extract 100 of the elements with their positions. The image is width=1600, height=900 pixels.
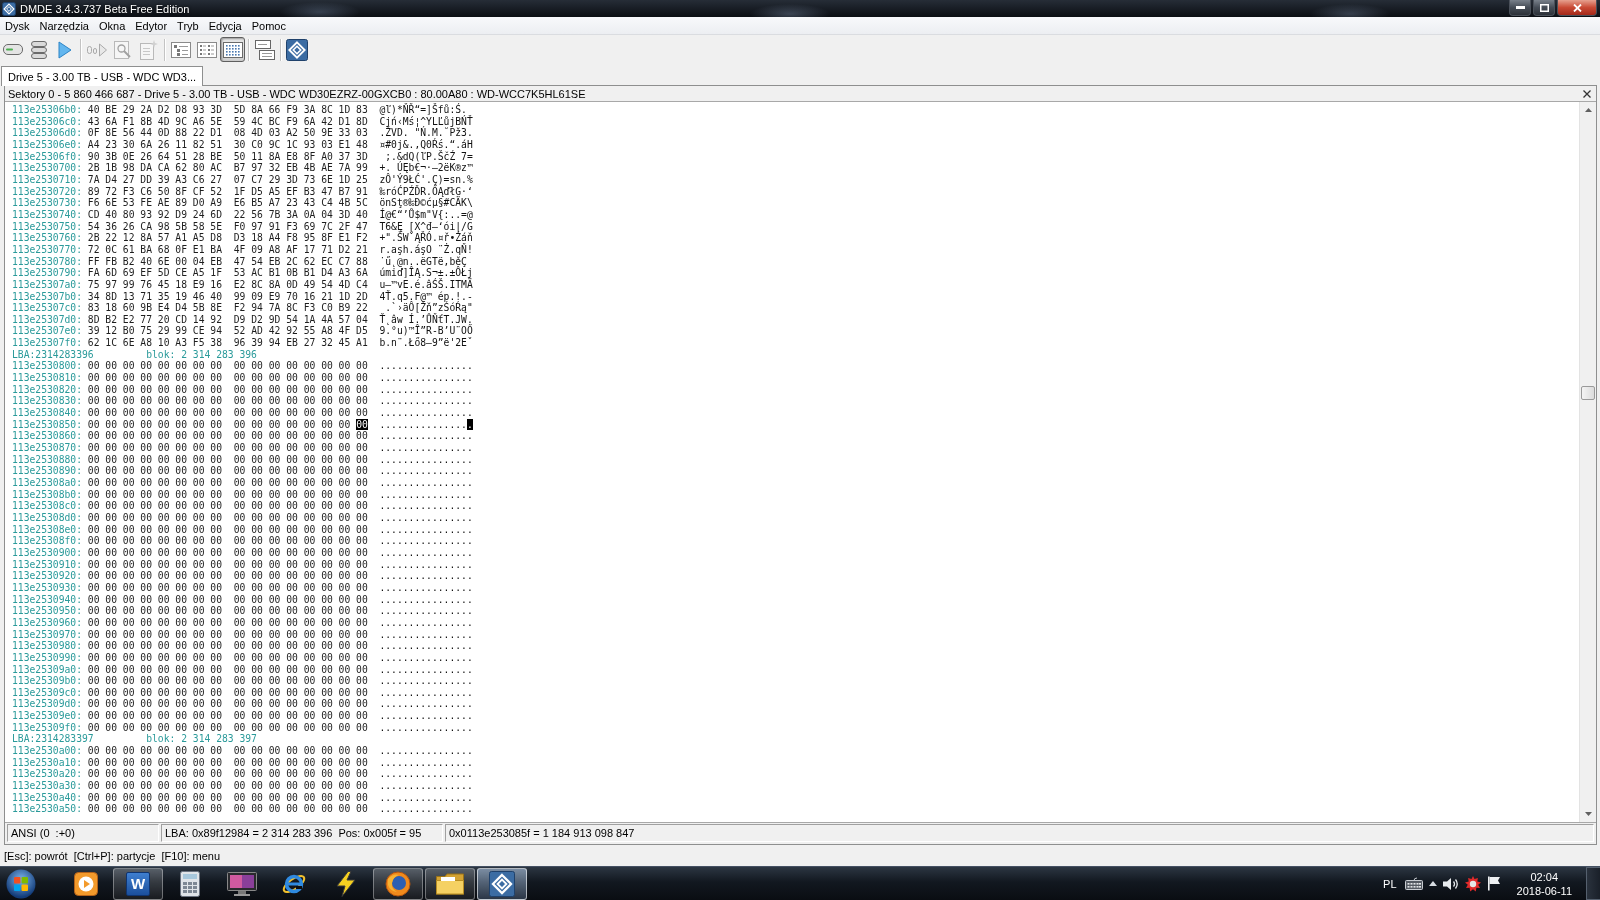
- gear-button[interactable]: [1464, 875, 1481, 892]
- play-icon: [57, 40, 72, 59]
- ascii-text: ................: [379, 791, 473, 804]
- maximize-icon: [1539, 3, 1549, 12]
- ascii-text: ................: [379, 780, 473, 792]
- hex-address: 113e2530a00:: [12, 745, 82, 757]
- ascii-text: ................: [379, 488, 473, 501]
- panel-title: Sektory 0 - 5 860 466 687 - Drive 5 - 3.00 TB - USB - WDC WD30EZRZ-00GXCB0 : 80.00A80 : WD-WCC7K5HL61SE: [8, 87, 586, 100]
- panel-close-button[interactable]: [1581, 87, 1593, 100]
- hex-bytes: 00 00 00 00 00 00 00 00: [233, 768, 368, 781]
- hex-bytes: 1F D5 A5 EF B3 47 B7 91: [233, 185, 368, 198]
- menu-item[interactable]: Narzędzia: [34, 17, 94, 34]
- hex-address: 113e2530950:: [12, 605, 82, 617]
- hex-address: 113e2530860:: [12, 430, 82, 443]
- block-label: blok: 2 314 283 396: [146, 348, 257, 361]
- hex-address: 113e2530980:: [12, 640, 82, 652]
- hex-address: 113e25307b0:: [12, 290, 82, 303]
- hex-bytes: 00 00 00 00 00 00 00 00: [87, 651, 222, 664]
- maximize-button[interactable]: [1533, 0, 1555, 16]
- ascii-text: @ľ)*ŇŘ“=]Šfů:Ś.: [379, 104, 467, 116]
- hex-bytes: 00 00 00 00 00 00 00 00: [87, 756, 222, 769]
- hex-bytes: 00 00 00 00 00 00 00 00: [87, 593, 222, 606]
- hex-bytes: 00 00 00 00 00 00 00 00: [87, 465, 222, 477]
- taskbar-button[interactable]: [477, 867, 527, 900]
- toolbar-button[interactable]: [252, 37, 277, 62]
- status-field: 0x0113e253085f = 1 184 913 098 847: [445, 824, 1594, 842]
- scroll-thumb[interactable]: [1581, 386, 1595, 400]
- document-sparkle-icon: [139, 39, 158, 60]
- toolbar-button[interactable]: [220, 37, 245, 62]
- keyboard-button[interactable]: [1404, 877, 1423, 890]
- hex-bytes: 00 00 00 00 00 00 00 00: [87, 360, 222, 373]
- hex-bytes: 00 00 00 00 00 00 00 00: [87, 372, 222, 384]
- volume-button[interactable]: [1442, 876, 1459, 891]
- show-hidden-icons-button[interactable]: [1428, 881, 1437, 886]
- ascii-text: ................: [379, 546, 473, 559]
- hex-bytes: 22 56 7B 3A 0A 04 3D 40: [233, 208, 368, 221]
- menu-item[interactable]: Dysk: [0, 17, 35, 34]
- clock-button[interactable]: 02:04 2018-06-11: [1512, 869, 1576, 898]
- ascii-text: ................: [379, 675, 473, 687]
- hex-bytes: 00 00 00 00 00 00 00 00: [233, 442, 368, 454]
- ascii-text: ................: [379, 698, 473, 711]
- hex-bytes: 00 00 00 00 00 00 00 00: [233, 675, 368, 687]
- drive-tab[interactable]: Drive 5 - 3.00 TB - USB - WDC WD3...: [1, 66, 204, 86]
- hex-bytes: 00 00 00 00 00 00 00 00: [233, 511, 368, 524]
- menu-item[interactable]: Pomoc: [246, 17, 291, 34]
- hex-bytes: 00 00 00 00 00 00 00 00: [87, 500, 222, 512]
- hex-address: 113e2530840:: [12, 407, 82, 419]
- hex-bytes: 00 00 00 00 00 00 00 00: [233, 581, 368, 594]
- taskbar-button[interactable]: [425, 867, 475, 900]
- ascii-text: .`›äÔ[Žň”zŚóŔą": [385, 302, 473, 314]
- hex-address: 113e2530a50:: [12, 803, 82, 816]
- hex-bytes: 00 00 00 00 00 00 00 00: [233, 523, 368, 536]
- show-desktop-button[interactable]: [1586, 867, 1600, 900]
- hex-bytes: 00 00 00 00 00 00 00 00: [233, 488, 368, 501]
- hex-address: 113e25309d0:: [12, 698, 82, 711]
- hex-address: 113e2530760:: [12, 232, 82, 244]
- ascii-text: ................: [379, 605, 473, 617]
- hex-address: 113e2530830:: [12, 395, 82, 408]
- keyboard-icon: [1404, 877, 1423, 890]
- ascii-text: ................: [379, 721, 473, 734]
- hex-bytes: 00 00 00 00 00 00 00 00: [233, 605, 368, 617]
- hex-bytes: 00 00 00 00 00 00 00 00: [87, 640, 222, 652]
- menu-item[interactable]: Tryb: [172, 17, 204, 34]
- hex-address: 113e2530770:: [12, 243, 82, 256]
- hex-bytes: 00 00 00 00 00 00 00 00: [233, 430, 368, 443]
- ascii-text: ................: [379, 535, 473, 547]
- menu-item[interactable]: Okna: [94, 17, 131, 34]
- hex-bytes: 00 00 00 00 00 00 00 00: [233, 407, 368, 419]
- hex-address: 113e25306f0:: [12, 150, 82, 163]
- hex-address: 113e2530900:: [12, 546, 82, 559]
- ascii-text: ................: [379, 651, 473, 664]
- taskbar-button[interactable]: [373, 867, 423, 900]
- hex-bytes: 00 00 00 00 00 00 00 00: [87, 663, 222, 676]
- ascii-text: ................: [379, 360, 473, 373]
- start-orb-icon: [6, 868, 36, 899]
- toolbar-button[interactable]: [284, 37, 309, 62]
- hex-bytes: 00 00 00 00 00 00 00 00: [87, 523, 222, 536]
- up-arrow-icon: [1584, 108, 1592, 112]
- ascii-text: b.n¨.Łő8–9”ë'2Eˇ: [379, 337, 473, 349]
- hex-bytes: 00 00 00 00 00 00 00 00: [233, 535, 368, 547]
- ascii-text: ................: [379, 395, 473, 408]
- hex-address: 113e2530780:: [12, 255, 82, 268]
- minimize-button[interactable]: [1509, 0, 1531, 16]
- hex-bytes: 00 00 00 00 00 00 00 00: [87, 535, 222, 547]
- hex-address: 113e25309e0:: [12, 710, 82, 722]
- action-center-button[interactable]: [1486, 876, 1501, 891]
- menu-item[interactable]: Edytor: [130, 17, 173, 34]
- menu-item[interactable]: Edycja: [203, 17, 247, 34]
- ascii-text: ................: [379, 383, 473, 396]
- language-indicator[interactable]: PL: [1383, 877, 1397, 890]
- ascii-text: +. ÚĘb€¬·—2ëK®z™: [379, 162, 473, 174]
- close-button[interactable]: [1557, 0, 1597, 16]
- taskbar-button[interactable]: W: [113, 867, 163, 900]
- hex-bytes: 4F 09 A8 AF 17 71 D2 21: [233, 243, 368, 256]
- hex-address: 113e2530820:: [12, 383, 82, 396]
- hex-bytes: 00 00 00 00 00 00 00 00: [233, 640, 368, 652]
- binary-play-icon: [86, 41, 107, 58]
- hex-bytes: 00 00 00 00 00 00 00 00: [233, 628, 368, 641]
- shortcut-hints: [Esc]: powrót [Ctrl+P]: partycje [F10]: menu: [4, 849, 221, 862]
- hex-bytes: 53 AC B1 0B B1 D4 A3 6A: [233, 267, 368, 279]
